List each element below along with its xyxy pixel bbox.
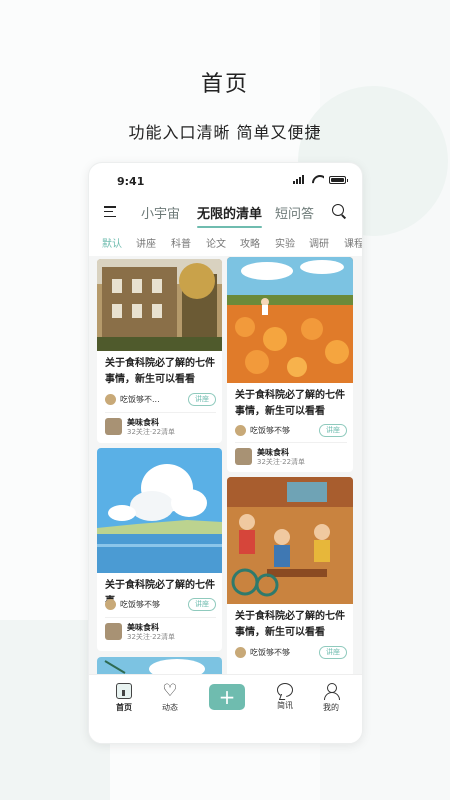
chat-icon <box>277 683 293 697</box>
category-tag[interactable]: 讲座 <box>319 424 347 437</box>
nav-home[interactable]: 首页 <box>104 683 144 713</box>
nav-feed[interactable]: ♡ 动态 <box>150 683 190 713</box>
category-science[interactable]: 科普 <box>171 235 191 250</box>
status-time: 9:41 <box>117 175 145 188</box>
wifi-icon <box>312 175 324 184</box>
top-nav: 小宇宙 无限的清单 短问答 <box>89 195 362 231</box>
avatar <box>235 647 246 658</box>
add-button[interactable]: + <box>209 684 245 710</box>
menu-icon[interactable] <box>104 206 116 217</box>
card-image <box>97 259 222 351</box>
nav-news[interactable]: 简讯 <box>265 683 305 711</box>
status-bar: 9:41 <box>89 163 362 195</box>
list-card[interactable]: 关于食科院必了解的七件事 吃饭够不够 讲座 美味食科 32关注·22清单 <box>97 448 222 651</box>
card-source-row[interactable]: 美味食科 32关注·22清单 <box>105 416 216 438</box>
card-feed: 关于食科院必了解的七件事情，新生可以看看 吃饭够不... 讲座 美味食科 32关… <box>89 256 362 676</box>
divider <box>105 412 216 413</box>
avatar <box>105 394 116 405</box>
nav-news-label: 简讯 <box>277 701 293 710</box>
card-source-row[interactable]: 美味食科 32关注·22清单 <box>235 446 347 468</box>
nav-me-label: 我的 <box>323 703 339 712</box>
card-image <box>227 477 353 604</box>
category-experiment[interactable]: 实验 <box>275 235 295 250</box>
card-title: 关于食科院必了解的七件事情，新生可以看看 <box>235 611 345 638</box>
list-card[interactable]: 关于食科院必了解的七件事情，新生可以看看 吃饭够不... 讲座 美味食科 32关… <box>97 259 222 443</box>
divider <box>235 442 347 443</box>
user-icon <box>323 683 340 700</box>
nav-feed-label: 动态 <box>162 703 178 712</box>
list-card[interactable]: 关于食科院必了解的七件事情，新生可以看看 吃饭够不够 讲座 <box>227 477 353 676</box>
card-author: 吃饭够不... <box>120 395 160 404</box>
avatar <box>105 599 116 610</box>
category-bar: 默认 讲座 科普 论文 攻略 实验 调研 课程 <box>89 231 362 253</box>
source-avatar <box>105 418 122 435</box>
card-image <box>227 257 353 383</box>
category-default[interactable]: 默认 <box>102 235 122 250</box>
card-author: 吃饭够不够 <box>250 648 290 657</box>
nav-me[interactable]: 我的 <box>311 683 351 713</box>
tab-duan-wenda[interactable]: 短问答 <box>275 203 314 222</box>
avatar <box>235 425 246 436</box>
category-tag[interactable]: 讲座 <box>188 393 216 406</box>
card-author-row: 吃饭够不够 讲座 <box>105 598 216 612</box>
phone-screen: 9:41 小宇宙 无限的清单 短问答 默认 讲座 科普 论文 攻略 实验 调研 … <box>88 162 363 744</box>
divider <box>105 617 216 618</box>
list-card[interactable]: 关于食科院必了解的七件事情，新生可以看看 吃饭够不够 讲座 美味食科 32关注·… <box>227 257 353 472</box>
tab-wuxian-qingdan[interactable]: 无限的清单 <box>197 203 263 228</box>
page-headline: 首页 <box>200 72 249 97</box>
bottom-nav: 首页 ♡ 动态 + 简讯 我的 <box>89 674 362 743</box>
source-meta: 32关注·22清单 <box>127 633 176 641</box>
card-author: 吃饭够不够 <box>120 600 160 609</box>
source-meta: 32关注·22清单 <box>127 428 176 436</box>
category-guide[interactable]: 攻略 <box>240 235 260 250</box>
source-meta: 32关注·22清单 <box>257 458 306 466</box>
status-icons <box>293 175 348 184</box>
card-author: 吃饭够不够 <box>250 426 290 435</box>
page-subhead: 功能入口清晰 简单又便捷 <box>128 123 322 142</box>
card-image <box>97 448 222 573</box>
card-author-row: 吃饭够不够 讲座 <box>235 424 347 438</box>
card-author-row: 吃饭够不够 讲座 <box>235 646 347 660</box>
category-paper[interactable]: 论文 <box>206 235 226 250</box>
signal-icon <box>293 175 307 184</box>
category-survey[interactable]: 调研 <box>309 235 329 250</box>
category-course[interactable]: 课程 <box>344 235 362 250</box>
category-lecture[interactable]: 讲座 <box>136 235 156 250</box>
tab-xiaoyuzhou[interactable]: 小宇宙 <box>141 203 180 222</box>
source-avatar <box>105 623 122 640</box>
heart-icon: ♡ <box>162 681 178 701</box>
card-author-row: 吃饭够不... 讲座 <box>105 393 216 407</box>
card-title: 关于食科院必了解的七件事情，新生可以看看 <box>105 358 215 385</box>
battery-icon <box>329 175 348 184</box>
nav-home-label: 首页 <box>116 703 132 712</box>
category-tag[interactable]: 讲座 <box>188 598 216 611</box>
source-avatar <box>235 448 252 465</box>
home-icon <box>116 683 132 699</box>
category-tag[interactable]: 讲座 <box>319 646 347 659</box>
card-title: 关于食科院必了解的七件事情，新生可以看看 <box>235 390 345 417</box>
search-icon[interactable] <box>332 204 346 218</box>
card-source-row[interactable]: 美味食科 32关注·22清单 <box>105 621 216 643</box>
